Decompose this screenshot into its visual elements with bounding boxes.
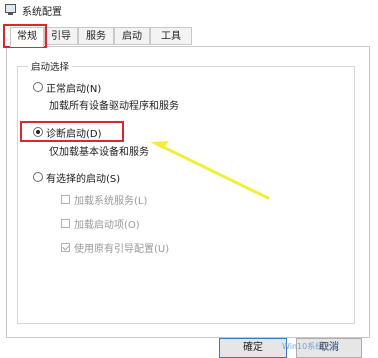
ok-button[interactable]: 確定 bbox=[219, 338, 287, 358]
tab-general[interactable]: 常规 bbox=[10, 27, 44, 47]
arrow-shaft bbox=[157, 143, 270, 200]
watermark: Win10系统之家 bbox=[282, 342, 340, 351]
arrow-annotation bbox=[150, 141, 270, 200]
